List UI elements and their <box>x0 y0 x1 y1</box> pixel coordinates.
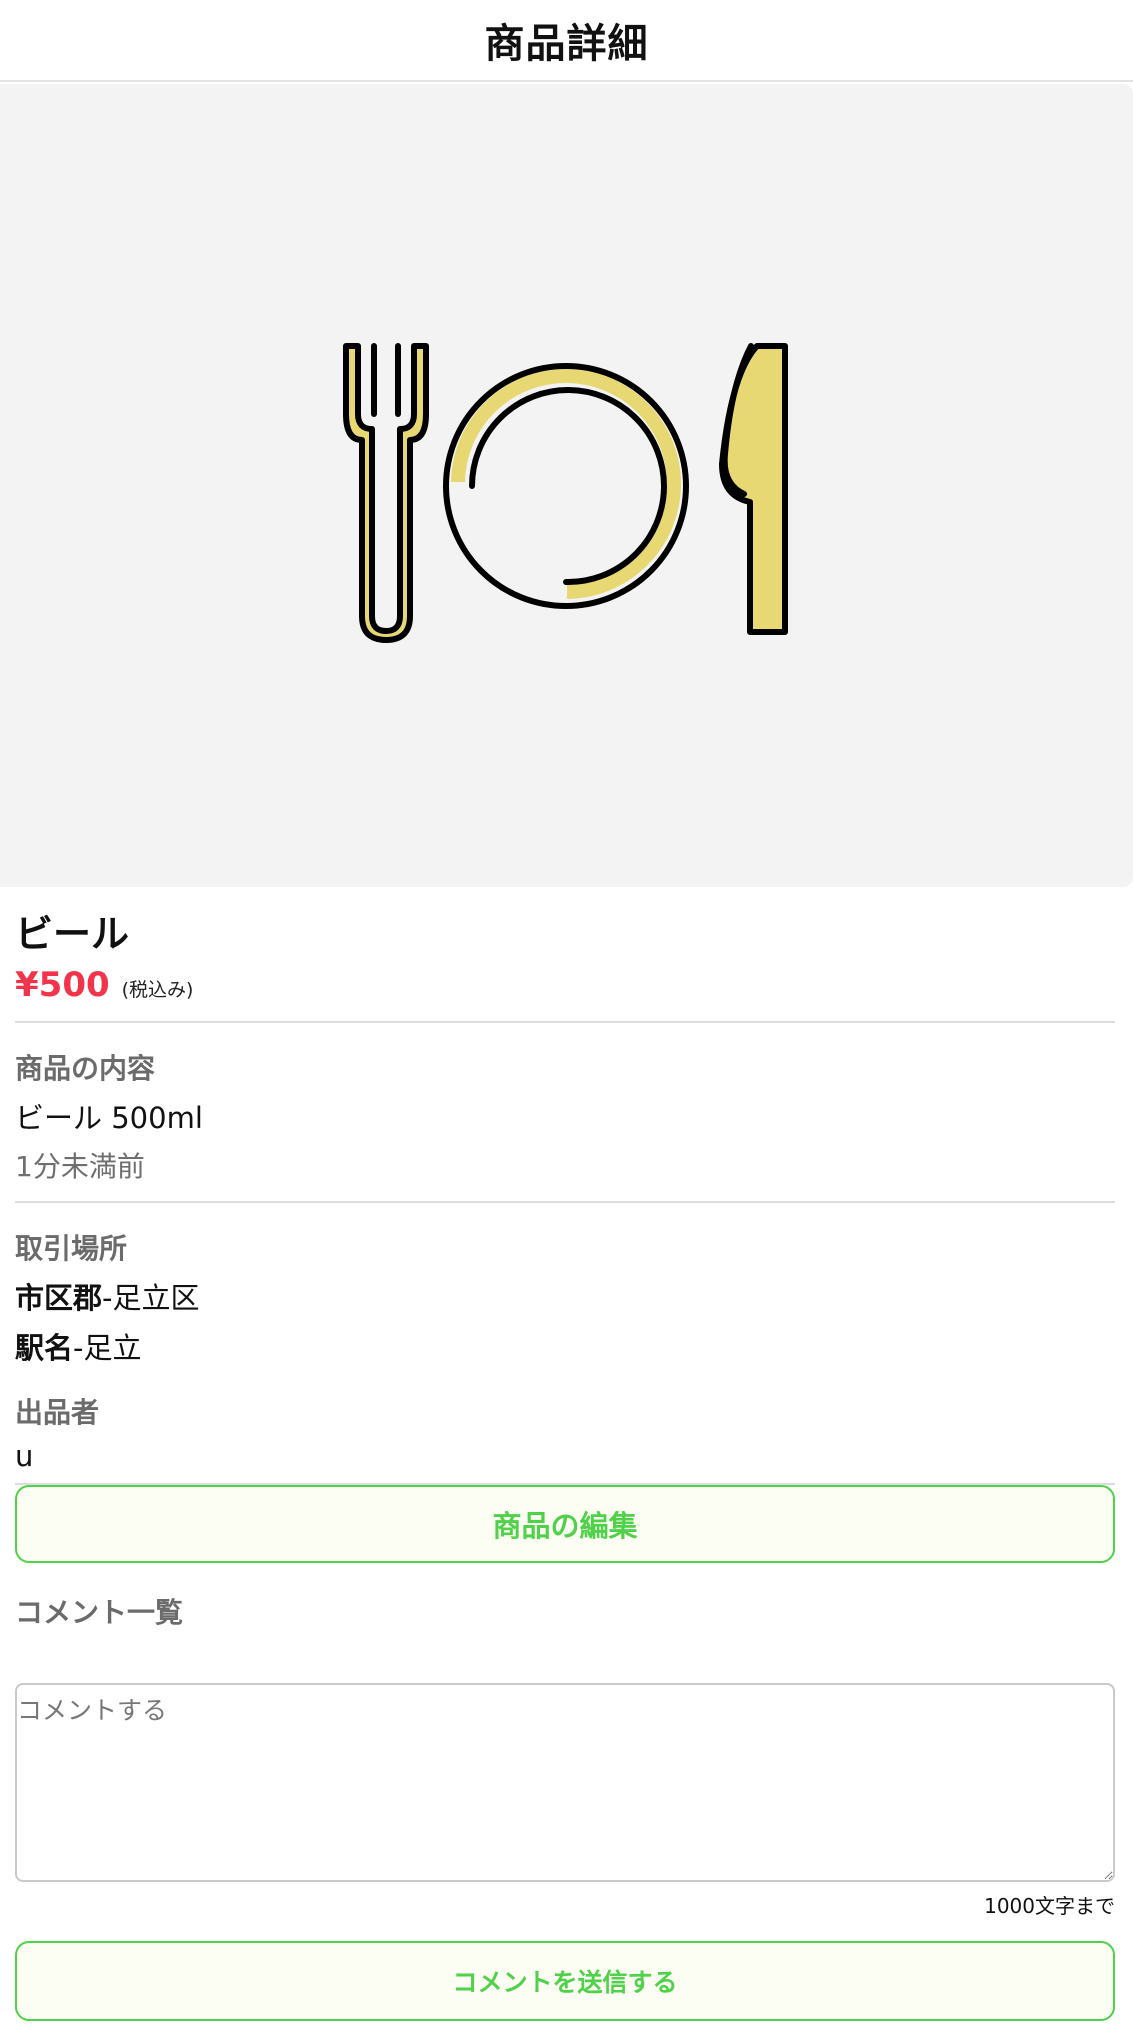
comments-label: コメント一覧 <box>15 1596 184 1629</box>
product-name: ビール <box>15 912 130 956</box>
price-row: ¥500 (税込み) <box>15 965 1115 1005</box>
comment-box <box>15 1683 1115 1882</box>
station-key: 駅名 <box>15 1331 74 1365</box>
seller-label: 出品者 <box>15 1396 100 1429</box>
posted-time: 1分未満前 <box>15 1150 145 1183</box>
product-detail: ビール ¥500 (税込み) 商品の内容 ビール 500ml 1分未満前 取引場… <box>15 887 1115 2021</box>
location-label: 取引場所 <box>15 1232 128 1265</box>
page-title: 商品詳細 <box>484 21 649 67</box>
comment-limit-note: 1000文字まで <box>984 1894 1115 1918</box>
city-key: 市区郡 <box>15 1281 103 1315</box>
divider <box>15 1201 1115 1203</box>
comment-input[interactable] <box>15 1683 1115 1882</box>
tax-note: (税込み) <box>121 979 194 1001</box>
product-content: ビール 500ml <box>15 1101 203 1135</box>
city-value: -足立区 <box>102 1281 200 1315</box>
partial-link[interactable] <box>15 2022 47 2029</box>
station-value: -足立 <box>73 1331 142 1365</box>
divider <box>15 1021 1115 1023</box>
product-image <box>0 84 1133 887</box>
fork-icon <box>343 343 429 643</box>
seller-name: u <box>15 1439 34 1473</box>
submit-comment-button[interactable]: コメントを送信する <box>15 1941 1115 2021</box>
location-city: 市区郡-足立区 <box>15 1275 1115 1317</box>
page-header: 商品詳細 <box>0 0 1133 82</box>
plate-icon <box>443 363 689 609</box>
location-station: 駅名-足立 <box>15 1325 1115 1367</box>
dinner-plate-fork-knife-icon <box>343 343 788 643</box>
product-price: ¥500 <box>15 965 110 1005</box>
edit-product-button[interactable]: 商品の編集 <box>15 1485 1115 1563</box>
knife-icon <box>719 343 788 635</box>
content-label: 商品の内容 <box>15 1052 156 1085</box>
